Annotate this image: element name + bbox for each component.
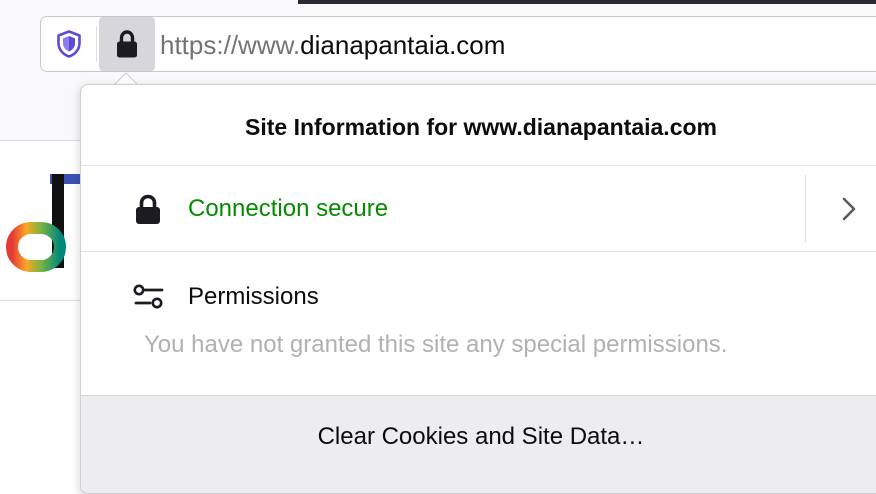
url-domain: dianapantaia.com [300, 30, 506, 60]
connection-secure-label: Connection secure [188, 195, 389, 222]
tracking-protection-button[interactable] [52, 27, 86, 61]
title-separator [81, 165, 876, 166]
permissions-sliders-icon [133, 284, 164, 309]
connection-separator [81, 251, 876, 252]
clear-cookies-button[interactable]: Clear Cookies and Site Data… [81, 395, 876, 493]
site-logo [6, 174, 80, 272]
urlbar-separator [96, 26, 97, 62]
clear-cookies-label: Clear Cookies and Site Data… [317, 423, 645, 450]
url-prefix: https://www. [160, 30, 301, 60]
connection-row[interactable]: Connection secure [81, 167, 876, 251]
panel-title: Site Information for www.dianapantaia.co… [245, 113, 717, 140]
page-divider [0, 300, 80, 301]
lock-icon [117, 30, 137, 58]
site-information-panel: Site Information for www.dianapantaia.co… [80, 84, 876, 494]
permissions-label: Permissions [188, 283, 319, 310]
chevron-right-icon [842, 197, 855, 221]
tracking-protection-shield-icon [57, 30, 81, 58]
permissions-section: Permissions You have not granted this si… [81, 253, 876, 393]
site-identity-button[interactable] [99, 17, 155, 71]
lock-icon [136, 194, 160, 224]
url-text[interactable]: https://www.dianapantaia.com [160, 30, 505, 60]
toolbar-top-edge [298, 0, 876, 4]
permissions-empty-text: You have not granted this site any speci… [144, 331, 728, 358]
connection-details-button[interactable] [806, 167, 876, 251]
